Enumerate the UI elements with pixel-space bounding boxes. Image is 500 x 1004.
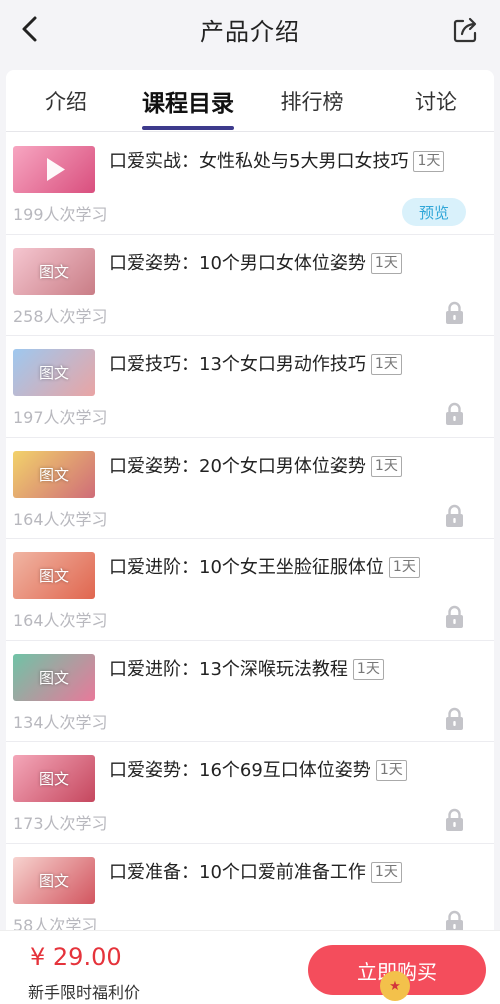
lock-icon[interactable] bbox=[445, 504, 464, 528]
learner-count: 199人次学习 bbox=[13, 205, 108, 224]
tab-intro[interactable]: 介绍 bbox=[26, 86, 106, 116]
course-thumbnail: 图文 bbox=[13, 755, 95, 802]
course-list: 口爱实战：女性私处与5大男口女技巧 1天 199人次学习 预览 图文 口爱姿势：10个男口… bbox=[6, 133, 494, 930]
course-title: 口爱姿势：10个男口女体位姿势 bbox=[109, 252, 366, 274]
site-watermark: ★ bbox=[380, 968, 498, 1004]
course-title: 口爱姿势：16个69互口体位姿势 bbox=[109, 760, 371, 781]
tab-discussion[interactable]: 讨论 bbox=[396, 86, 476, 116]
course-item[interactable]: 图文 口爱姿势：10个男口女体位姿势 1天 258人次学习 bbox=[6, 235, 494, 336]
course-item[interactable]: 图文 口爱进阶：13个深喉玩法教程 1天 134人次学习 bbox=[6, 641, 494, 742]
duration-tag: 1天 bbox=[370, 354, 402, 375]
course-thumbnail: 图文 bbox=[13, 856, 95, 904]
share-button[interactable] bbox=[450, 14, 482, 46]
course-panel: 介绍 课程目录 排行榜 讨论 口爱实战：女性私处与5大男口女技巧 1天 199人次学… bbox=[6, 70, 494, 930]
course-item[interactable]: 图文 口爱进阶：10个女王坐脸征服体位 1天 164人次学习 bbox=[6, 539, 494, 641]
duration-tag: 1天 bbox=[352, 658, 384, 680]
back-button[interactable] bbox=[14, 12, 46, 46]
active-tab-indicator bbox=[142, 126, 234, 130]
thumbnail-type-label: 图文 bbox=[38, 871, 69, 890]
price: ¥ 29.00 bbox=[30, 943, 122, 971]
course-thumbnail: 图文 bbox=[13, 450, 95, 498]
course-title: 口爱进阶：13个深喉玩法教程 bbox=[109, 658, 348, 680]
course-title-line: 口爱实战：女性私处与5大男口女技巧 1天 bbox=[109, 147, 445, 173]
tab-catalog[interactable]: 课程目录 bbox=[138, 84, 238, 117]
thumbnail-type-label: 图文 bbox=[38, 668, 69, 687]
duration-tag: 1天 bbox=[388, 557, 420, 578]
course-title: 口爱实战：女性私处与5大男口女技巧 bbox=[109, 151, 409, 172]
course-title-line: 口爱准备：10个口爱前准备工作 1天 bbox=[109, 858, 402, 884]
promo-text: 新手限时福利价 bbox=[28, 983, 141, 1002]
course-thumbnail: 图文 bbox=[13, 247, 95, 295]
duration-tag: 1天 bbox=[370, 861, 402, 883]
course-thumbnail bbox=[13, 146, 95, 193]
learner-count: 58人次学习 bbox=[13, 915, 98, 931]
thumbnail-type-label: 图文 bbox=[38, 364, 69, 382]
course-title: 口爱技巧：13个女口男动作技巧 bbox=[109, 354, 366, 375]
duration-tag: 1天 bbox=[370, 252, 402, 274]
duration-tag: 1天 bbox=[413, 151, 445, 172]
course-title: 口爱姿势：20个女口男体位姿势 bbox=[109, 455, 366, 477]
course-title: 口爱准备：10个口爱前准备工作 bbox=[109, 861, 366, 883]
learner-count: 258人次学习 bbox=[13, 306, 108, 326]
thumbnail-type-label: 图文 bbox=[38, 567, 69, 585]
course-title-line: 口爱姿势：20个女口男体位姿势 1天 bbox=[109, 452, 402, 478]
thumbnail-type-label bbox=[13, 146, 95, 193]
lock-icon[interactable] bbox=[445, 707, 464, 731]
learner-count: 134人次学习 bbox=[13, 712, 108, 732]
course-title-line: 口爱姿势：10个男口女体位姿势 1天 bbox=[109, 249, 402, 275]
course-thumbnail: 图文 bbox=[13, 552, 95, 599]
learner-count: 197人次学习 bbox=[13, 408, 108, 427]
top-nav-bar: 产品介绍 bbox=[0, 0, 500, 58]
watermark-logo-icon: ★ bbox=[380, 971, 410, 1001]
course-item[interactable]: 口爱实战：女性私处与5大男口女技巧 1天 199人次学习 预览 bbox=[6, 133, 494, 235]
course-item[interactable]: 图文 口爱准备：10个口爱前准备工作 1天 58人次学习 bbox=[6, 844, 494, 931]
thumbnail-type-label: 图文 bbox=[38, 465, 69, 484]
course-item[interactable]: 图文 口爱姿势：20个女口男体位姿势 1天 164人次学习 bbox=[6, 438, 494, 539]
learner-count: 164人次学习 bbox=[13, 509, 108, 529]
tab-ranking[interactable]: 排行榜 bbox=[272, 86, 352, 116]
preview-button[interactable]: 预览 bbox=[402, 198, 466, 226]
thumbnail-type-label: 图文 bbox=[38, 262, 69, 281]
lock-icon[interactable] bbox=[445, 301, 464, 325]
course-title-line: 口爱姿势：16个69互口体位姿势 1天 bbox=[109, 756, 407, 782]
course-item[interactable]: 图文 口爱姿势：16个69互口体位姿势 1天 173人次学习 bbox=[6, 742, 494, 844]
tab-bar: 介绍 课程目录 排行榜 讨论 bbox=[6, 70, 494, 132]
chevron-left-icon bbox=[22, 16, 37, 42]
course-thumbnail: 图文 bbox=[13, 653, 95, 701]
learner-count: 164人次学习 bbox=[13, 611, 108, 630]
share-icon bbox=[453, 17, 477, 43]
course-thumbnail: 图文 bbox=[13, 349, 95, 396]
lock-icon[interactable] bbox=[445, 808, 464, 832]
course-item[interactable]: 图文 口爱技巧：13个女口男动作技巧 1天 197人次学习 bbox=[6, 336, 494, 438]
lock-icon[interactable] bbox=[445, 910, 464, 931]
thumbnail-type-label: 图文 bbox=[38, 770, 69, 788]
course-title-line: 口爱进阶：10个女王坐脸征服体位 1天 bbox=[109, 553, 420, 579]
page-title: 产品介绍 bbox=[200, 17, 300, 46]
duration-tag: 1天 bbox=[370, 455, 402, 477]
course-title-line: 口爱技巧：13个女口男动作技巧 1天 bbox=[109, 350, 402, 376]
lock-icon[interactable] bbox=[445, 402, 464, 426]
lock-icon[interactable] bbox=[445, 605, 464, 629]
learner-count: 173人次学习 bbox=[13, 814, 108, 833]
duration-tag: 1天 bbox=[375, 760, 407, 781]
course-title-line: 口爱进阶：13个深喉玩法教程 1天 bbox=[109, 655, 384, 681]
course-title: 口爱进阶：10个女王坐脸征服体位 bbox=[109, 557, 384, 578]
